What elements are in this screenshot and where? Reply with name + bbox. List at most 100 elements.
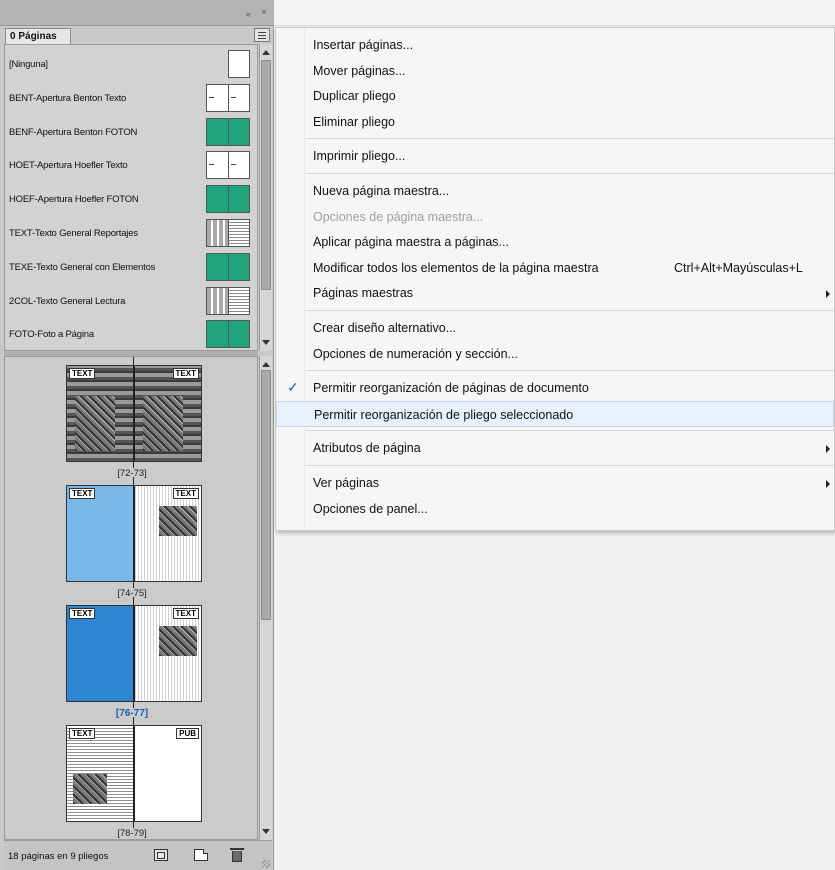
spread-page-range[interactable]: [74-75]	[5, 588, 257, 599]
submenu-arrow-icon	[826, 480, 830, 488]
master-page-label: BENF-Apertura Benton FOTON	[9, 126, 138, 138]
master-page-item[interactable]: TEXT-Texto General Reportajes	[5, 216, 259, 250]
menu-separator	[306, 138, 834, 140]
masters-scrollbar[interactable]	[259, 44, 272, 351]
master-page-half	[207, 287, 228, 314]
master-page-half	[207, 152, 228, 178]
master-page-label: [Ninguna]	[9, 59, 48, 70]
close-icon[interactable]: ×	[261, 7, 267, 18]
menu-item[interactable]: Atributos de página	[276, 435, 834, 461]
menu-item[interactable]: Insertar páginas...	[276, 32, 834, 58]
page-thumbnail-right[interactable]: TEXT	[133, 486, 201, 581]
master-page-item[interactable]: HOET-Apertura Hoefler Texto	[5, 148, 259, 182]
spread-page-range[interactable]: [78-79]	[5, 828, 257, 839]
menu-item-label: Eliminar pliego	[313, 114, 395, 129]
master-page-item[interactable]: HOEF-Apertura Hoefler FOTON	[5, 182, 259, 216]
menu-item[interactable]: Crear diseño alternativo...	[276, 315, 834, 341]
menu-item-label: Opciones de página maestra...	[313, 209, 484, 224]
master-page-label: TEXE-Texto General con Elementos	[9, 261, 156, 273]
panel-menu-icon[interactable]	[254, 28, 270, 42]
spread-thumbnail[interactable]: TEXT PUB	[66, 725, 202, 822]
photo-block	[75, 396, 115, 451]
menu-item[interactable]: Permitir reorganización de pliego selecc…	[276, 400, 834, 427]
master-page-thumbnail[interactable]	[206, 320, 250, 349]
master-page-half	[207, 118, 228, 145]
resize-grip-icon[interactable]	[262, 860, 270, 868]
spread-spine	[133, 717, 134, 725]
master-pages-list: [Ninguna] BENT-Apertura Benton Texto BENF-…	[4, 44, 258, 351]
master-page-half	[227, 84, 250, 111]
menu-item: Opciones de página maestra...	[276, 204, 834, 230]
master-page-thumbnail[interactable]	[206, 185, 250, 214]
page-thumbnail-right[interactable]: TEXT	[133, 366, 201, 461]
master-page-thumbnail[interactable]	[206, 219, 250, 247]
menu-item[interactable]: Mover páginas...	[276, 58, 834, 84]
menu-item-shortcut: Ctrl+Alt+Mayúsculas+L	[674, 260, 803, 275]
edit-page-size-icon[interactable]	[154, 849, 168, 861]
spread-thumbnail[interactable]: TEXT TEXT	[66, 605, 202, 702]
menu-item[interactable]: Opciones de panel...	[276, 496, 834, 522]
menu-item-label: Nueva página maestra...	[313, 184, 450, 198]
trash-icon[interactable]	[230, 848, 244, 862]
page-thumbnail-left[interactable]: TEXT	[67, 606, 133, 701]
spreads-scrollbar[interactable]	[259, 356, 272, 840]
scroll-thumb[interactable]	[261, 370, 271, 620]
menu-item[interactable]: Eliminar pliego	[276, 109, 834, 135]
panel-footer: 18 páginas en 9 pliegos	[4, 840, 272, 870]
menu-item-label: Opciones de panel...	[313, 501, 428, 516]
submenu-arrow-icon	[826, 445, 830, 454]
master-page-thumbnail[interactable]	[228, 50, 250, 78]
master-page-thumbnail[interactable]	[206, 252, 250, 281]
menu-separator	[306, 310, 834, 311]
master-page-thumbnail[interactable]	[206, 286, 250, 315]
scroll-down-icon[interactable]	[262, 829, 270, 834]
menu-item-label: Crear diseño alternativo...	[313, 321, 457, 335]
new-page-icon[interactable]	[194, 849, 208, 861]
master-page-half	[227, 321, 249, 348]
master-page-thumbnail[interactable]	[206, 117, 250, 146]
master-page-item[interactable]: BENT-Apertura Benton Texto	[5, 81, 259, 115]
menu-separator	[306, 430, 834, 432]
page-count-status: 18 páginas en 9 pliegos	[8, 851, 109, 862]
submenu-arrow-icon	[826, 290, 830, 299]
spread-page-range[interactable]: [72-73]	[5, 468, 257, 479]
master-page-thumbnail[interactable]	[206, 151, 250, 180]
master-page-item[interactable]: 2COL-Texto General Lectura	[5, 284, 259, 318]
master-page-item[interactable]: TEXE-Texto General con Elementos	[5, 250, 259, 284]
menu-item[interactable]: Nueva página maestra...	[276, 178, 834, 204]
page-thumbnail-left[interactable]: TEXT	[67, 366, 133, 461]
master-page-half	[207, 186, 228, 213]
collapse-icon[interactable]: «	[246, 9, 251, 19]
master-prefix-badge: PUB	[176, 728, 199, 739]
page-thumbnail-left[interactable]: TEXT	[67, 726, 133, 821]
menu-item[interactable]: Imprimir pliego...	[276, 143, 834, 169]
master-prefix-badge: TEXT	[69, 368, 96, 379]
menu-item[interactable]: Duplicar pliego	[276, 83, 834, 109]
scroll-up-icon[interactable]	[262, 50, 270, 55]
master-prefix-badge: TEXT	[69, 608, 96, 619]
master-page-item[interactable]: [Ninguna]	[5, 47, 259, 81]
master-page-item[interactable]: FOTO-Foto a Página	[5, 317, 259, 351]
menu-item[interactable]: Páginas maestras	[276, 280, 834, 306]
page-thumbnail-left[interactable]: TEXT	[67, 486, 133, 581]
spread-page-range[interactable]: [76-77]	[5, 708, 257, 719]
master-page-half	[229, 51, 249, 77]
menu-item-label: Modificar todos los elementos de la pági…	[313, 260, 599, 275]
menu-item[interactable]: Ver páginas	[276, 470, 834, 496]
menu-item[interactable]: ✓ Permitir reorganización de páginas de d…	[276, 375, 834, 401]
menu-item[interactable]: Opciones de numeración y sección...	[276, 341, 834, 367]
menu-item[interactable]: Aplicar página maestra a páginas...	[276, 229, 834, 255]
spread-thumbnail[interactable]: TEXT TEXT	[66, 365, 202, 462]
master-page-item[interactable]: BENF-Apertura Benton FOTON	[5, 115, 259, 149]
menu-item-label: Ver páginas	[313, 476, 380, 490]
master-page-thumbnail[interactable]	[206, 83, 250, 112]
page-thumbnail-right[interactable]: TEXT	[133, 606, 201, 701]
photo-block	[143, 396, 183, 451]
scroll-up-icon[interactable]	[262, 362, 270, 367]
scroll-down-icon[interactable]	[262, 340, 270, 345]
scroll-thumb[interactable]	[261, 60, 271, 290]
menu-item[interactable]: Modificar todos los elementos de la pági…	[276, 255, 834, 281]
page-thumbnail-right[interactable]: PUB	[133, 726, 201, 821]
tab-pages[interactable]: 0 Páginas	[5, 28, 71, 44]
spread-thumbnail[interactable]: TEXT TEXT	[66, 485, 202, 582]
